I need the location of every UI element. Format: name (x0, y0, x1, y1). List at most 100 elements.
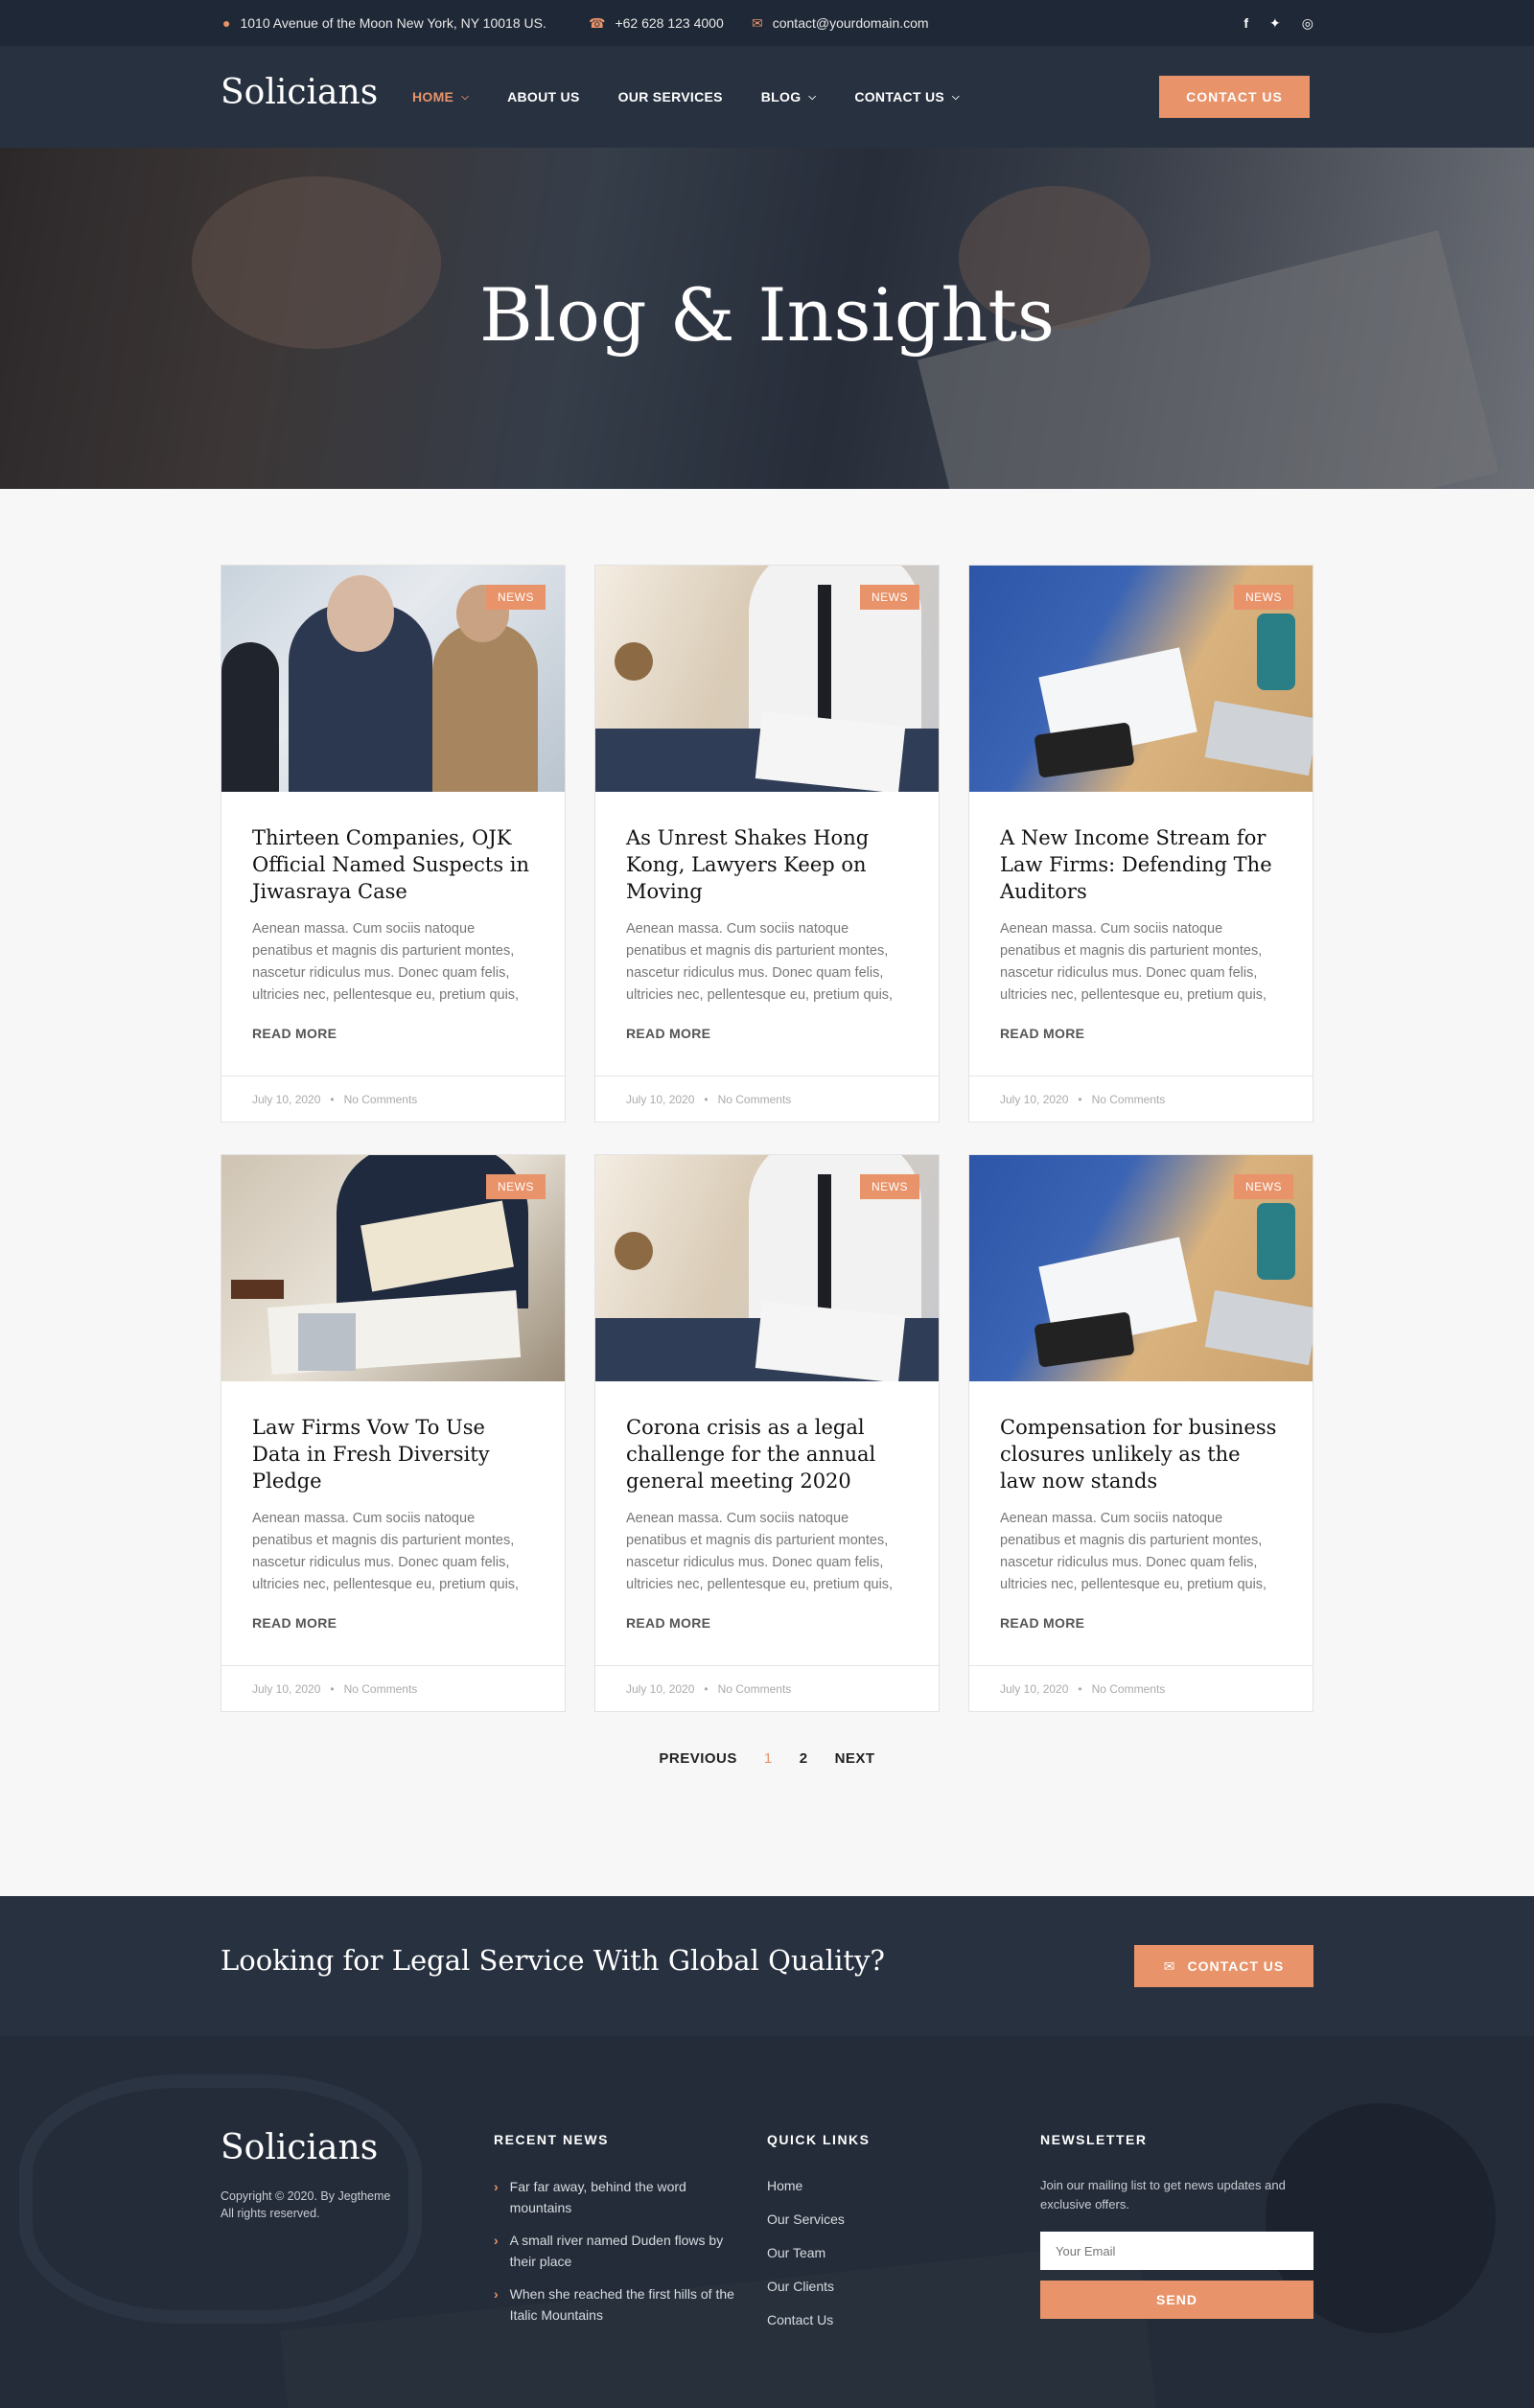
post-image[interactable]: NEWS (595, 1155, 939, 1381)
previous-page-link[interactable]: PREVIOUS (659, 1750, 737, 1767)
post-excerpt: Aenean massa. Cum sociis natoque penatib… (1000, 921, 1267, 1003)
address-text: 1010 Avenue of the Moon New York, NY 100… (240, 15, 546, 31)
post-comments[interactable]: No Comments (718, 1682, 792, 1696)
instagram-icon[interactable]: ◎ (1302, 15, 1313, 32)
chevron-right-icon: › (494, 2286, 499, 2302)
social-links: f ✦ ◎ (1243, 0, 1313, 46)
footer-link-team[interactable]: Our Team (767, 2243, 845, 2262)
category-badge[interactable]: NEWS (486, 585, 546, 610)
newsletter-description: Join our mailing list to get news update… (1040, 2178, 1286, 2211)
blog-card: NEWS A New Income Stream for Law Firms: … (968, 565, 1313, 1123)
post-date: July 10, 2020 (626, 1092, 695, 1106)
nav-label: ABOUT US (507, 89, 580, 104)
post-title[interactable]: As Unrest Shakes Hong Kong, Lawyers Keep… (626, 824, 908, 905)
phone-info[interactable]: ☎ +62 628 123 4000 (589, 0, 724, 46)
blog-card: NEWS Corona crisis as a legal challenge … (594, 1154, 940, 1712)
contact-us-button[interactable]: CONTACT US (1159, 76, 1310, 118)
nav-label: BLOG (760, 89, 802, 104)
post-date: July 10, 2020 (1000, 1092, 1069, 1106)
category-badge[interactable]: NEWS (860, 585, 919, 610)
footer-logo[interactable]: Solicians (221, 2128, 378, 2167)
news-link[interactable]: When she reached the first hills of the … (510, 2283, 743, 2326)
nav-item-services[interactable]: OUR SERVICES (618, 89, 723, 104)
post-image[interactable]: NEWS (221, 566, 565, 792)
post-comments[interactable]: No Comments (1092, 1682, 1166, 1696)
page-link[interactable]: 2 (800, 1750, 808, 1767)
news-link[interactable]: A small river named Duden flows by their… (510, 2230, 743, 2272)
footer-link-contact[interactable]: Contact Us (767, 2310, 845, 2329)
recent-news-list: › Far far away, behind the word mountains… (494, 2176, 743, 2337)
copyright: Copyright © 2020. By Jegtheme All rights… (221, 2188, 431, 2222)
read-more-link[interactable]: READ MORE (626, 1615, 908, 1631)
read-more-link[interactable]: READ MORE (626, 1026, 908, 1041)
post-image[interactable]: NEWS (969, 566, 1313, 792)
post-meta: July 10, 2020 • No Comments (595, 1076, 939, 1122)
list-item[interactable]: › When she reached the first hills of the… (494, 2283, 743, 2326)
facebook-icon[interactable]: f (1243, 15, 1248, 31)
nav-item-contact[interactable]: CONTACT US ⌵ (854, 89, 960, 104)
post-title[interactable]: Law Firms Vow To Use Data in Fresh Diver… (252, 1414, 534, 1494)
post-meta: July 10, 2020 • No Comments (221, 1076, 565, 1122)
map-pin-icon: ● (222, 15, 231, 31)
chevron-right-icon: › (494, 2233, 499, 2248)
read-more-link[interactable]: READ MORE (1000, 1615, 1282, 1631)
post-image[interactable]: NEWS (969, 1155, 1313, 1381)
next-page-link[interactable]: NEXT (835, 1750, 875, 1767)
post-comments[interactable]: No Comments (344, 1682, 418, 1696)
page-link-current[interactable]: 1 (764, 1750, 773, 1767)
post-comments[interactable]: No Comments (718, 1093, 792, 1106)
read-more-link[interactable]: READ MORE (1000, 1026, 1282, 1041)
post-image[interactable]: NEWS (221, 1155, 565, 1381)
post-excerpt: Aenean massa. Cum sociis natoque penatib… (252, 1511, 520, 1592)
read-more-link[interactable]: READ MORE (252, 1026, 534, 1041)
read-more-link[interactable]: READ MORE (252, 1615, 534, 1631)
category-badge[interactable]: NEWS (486, 1174, 546, 1199)
quick-links-title: QUICK LINKS (767, 2132, 871, 2147)
site-logo[interactable]: Solicians (221, 73, 378, 112)
list-item[interactable]: › Far far away, behind the word mountains (494, 2176, 743, 2218)
copyright-text: Copyright © 2020. By Jegtheme (221, 2189, 391, 2203)
cta-heading: Looking for Legal Service With Global Qu… (221, 1944, 885, 1977)
nav-item-blog[interactable]: BLOG ⌵ (761, 89, 817, 104)
envelope-icon: ✉ (752, 14, 763, 31)
separator-dot: • (1078, 1681, 1082, 1696)
post-date: July 10, 2020 (1000, 1681, 1069, 1696)
button-label: CONTACT US (1187, 1958, 1285, 1974)
category-badge[interactable]: NEWS (1234, 1174, 1293, 1199)
post-title[interactable]: Thirteen Companies, OJK Official Named S… (252, 824, 534, 905)
envelope-icon: ✉ (1163, 1957, 1176, 1974)
post-title[interactable]: Compensation for business closures unlik… (1000, 1414, 1282, 1494)
blog-card: NEWS Law Firms Vow To Use Data in Fresh … (221, 1154, 566, 1712)
twitter-icon[interactable]: ✦ (1269, 15, 1281, 32)
post-title[interactable]: A New Income Stream for Law Firms: Defen… (1000, 824, 1282, 905)
footer-link-clients[interactable]: Our Clients (767, 2277, 845, 2296)
email-info[interactable]: ✉ contact@yourdomain.com (752, 0, 929, 46)
post-date: July 10, 2020 (252, 1092, 321, 1106)
post-comments[interactable]: No Comments (344, 1093, 418, 1106)
list-item[interactable]: › A small river named Duden flows by thei… (494, 2230, 743, 2272)
category-badge[interactable]: NEWS (1234, 585, 1293, 610)
post-comments[interactable]: No Comments (1092, 1093, 1166, 1106)
phone-text[interactable]: +62 628 123 4000 (615, 15, 723, 31)
site-footer: Solicians Copyright © 2020. By Jegtheme … (0, 2036, 1534, 2408)
footer-link-services[interactable]: Our Services (767, 2210, 845, 2229)
nav-item-home[interactable]: HOME ⌵ (412, 89, 469, 104)
chevron-down-icon: ⌵ (952, 91, 960, 103)
contact-us-button[interactable]: ✉ CONTACT US (1134, 1945, 1313, 1987)
category-badge[interactable]: NEWS (860, 1174, 919, 1199)
news-link[interactable]: Far far away, behind the word mountains (510, 2176, 743, 2218)
nav-item-about[interactable]: ABOUT US (507, 89, 580, 104)
post-image[interactable]: NEWS (595, 566, 939, 792)
separator-dot: • (330, 1681, 335, 1696)
footer-link-home[interactable]: Home (767, 2176, 845, 2195)
email-text[interactable]: contact@yourdomain.com (773, 15, 929, 31)
post-date: July 10, 2020 (626, 1681, 695, 1696)
phone-icon: ☎ (589, 14, 606, 31)
blog-card: NEWS Thirteen Companies, OJK Official Na… (221, 565, 566, 1123)
post-title[interactable]: Corona crisis as a legal challenge for t… (626, 1414, 908, 1494)
rights-text: All rights reserved. (221, 2207, 320, 2220)
newsletter-email-input[interactable] (1040, 2232, 1313, 2270)
newsletter-send-button[interactable]: SEND (1040, 2281, 1313, 2319)
chevron-down-icon: ⌵ (808, 91, 817, 103)
nav-label: OUR SERVICES (617, 89, 723, 104)
